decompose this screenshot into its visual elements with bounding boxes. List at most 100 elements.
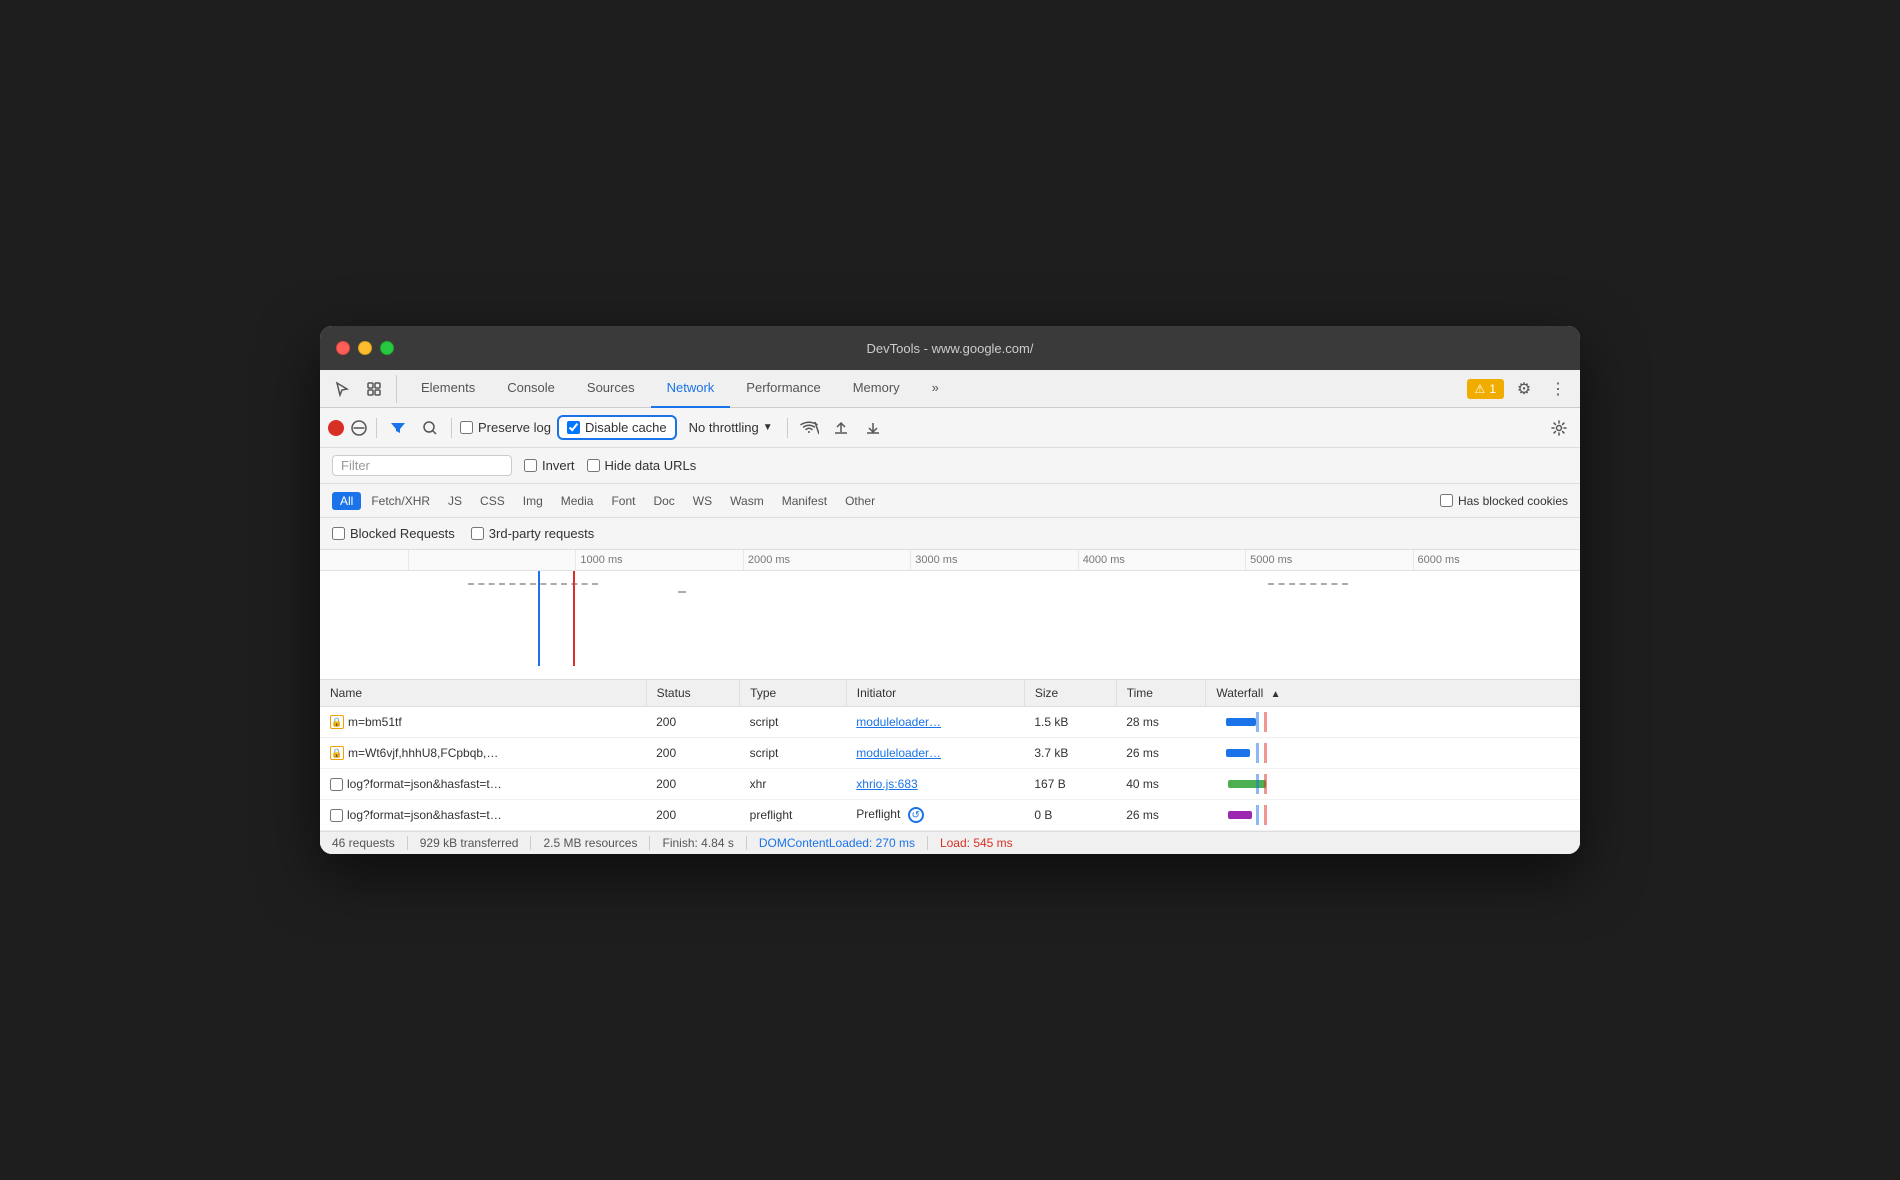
type-manifest[interactable]: Manifest — [774, 492, 835, 510]
row-status: 200 — [646, 707, 740, 738]
row-size: 1.5 kB — [1024, 707, 1116, 738]
preserve-log-input[interactable] — [460, 421, 473, 434]
blocked-requests-input[interactable] — [332, 527, 345, 540]
third-party-checkbox[interactable]: 3rd-party requests — [471, 526, 595, 541]
transferred-size: 929 kB transferred — [408, 836, 532, 850]
type-font[interactable]: Font — [603, 492, 643, 510]
row-size: 3.7 kB — [1024, 738, 1116, 769]
col-status[interactable]: Status — [646, 680, 740, 707]
devtools-body: Elements Console Sources Network Perform… — [320, 370, 1580, 854]
col-initiator[interactable]: Initiator — [846, 680, 1024, 707]
type-other[interactable]: Other — [837, 492, 883, 510]
col-time[interactable]: Time — [1116, 680, 1206, 707]
inspect-icon[interactable] — [360, 375, 388, 403]
col-size[interactable]: Size — [1024, 680, 1116, 707]
blocked-bar: Blocked Requests 3rd-party requests — [320, 518, 1580, 550]
row-status: 200 — [646, 769, 740, 800]
type-media[interactable]: Media — [553, 492, 602, 510]
tab-performance[interactable]: Performance — [730, 370, 836, 408]
row-initiator: moduleloader… — [846, 707, 1024, 738]
disable-cache-wrapper: Disable cache — [557, 415, 677, 440]
dashed-line-left — [468, 583, 598, 585]
row-waterfall — [1206, 707, 1580, 738]
download-icon[interactable] — [860, 415, 886, 441]
type-fetch-xhr[interactable]: Fetch/XHR — [363, 492, 438, 510]
maximize-button[interactable] — [380, 341, 394, 355]
tab-elements[interactable]: Elements — [405, 370, 491, 408]
finish-time: Finish: 4.84 s — [650, 836, 746, 850]
tab-console[interactable]: Console — [491, 370, 571, 408]
tab-more[interactable]: » — [916, 370, 955, 408]
table-row[interactable]: 🔒 m=bm51tf 200 script moduleloader… 1.5 … — [320, 707, 1580, 738]
type-wasm[interactable]: Wasm — [722, 492, 772, 510]
filter-bar: Filter Invert Hide data URLs — [320, 448, 1580, 484]
throttle-select[interactable]: No throttling ▼ — [683, 418, 779, 437]
col-name[interactable]: Name — [320, 680, 646, 707]
preserve-log-checkbox[interactable]: Preserve log — [460, 420, 551, 435]
ruler-mark-5: 5000 ms — [1245, 550, 1412, 570]
filter-input-wrapper[interactable]: Filter — [332, 455, 512, 476]
type-ws[interactable]: WS — [685, 492, 720, 510]
disable-cache-checkbox[interactable]: Disable cache — [567, 420, 667, 435]
hide-data-urls-checkbox[interactable]: Hide data URLs — [587, 458, 697, 473]
minimize-button[interactable] — [358, 341, 372, 355]
search-icon[interactable] — [417, 415, 443, 441]
record-button[interactable] — [328, 420, 344, 436]
network-table-wrapper: Name Status Type Initiator Size — [320, 680, 1580, 831]
requests-count: 46 requests — [332, 836, 408, 850]
third-party-input[interactable] — [471, 527, 484, 540]
settings-button[interactable]: ⚙ — [1510, 375, 1538, 403]
has-blocked-cookies[interactable]: Has blocked cookies — [1440, 494, 1568, 508]
wifi-icon[interactable] — [796, 415, 822, 441]
devtools-window: DevTools - www.google.com/ — [320, 326, 1580, 854]
titlebar: DevTools - www.google.com/ — [320, 326, 1580, 370]
sort-arrow-icon: ▲ — [1271, 689, 1281, 700]
network-settings-icon[interactable] — [1546, 415, 1572, 441]
clear-button[interactable] — [350, 419, 368, 437]
row-checkbox-input[interactable] — [330, 809, 343, 822]
tab-icons — [328, 375, 397, 403]
tab-sources[interactable]: Sources — [571, 370, 651, 408]
type-css[interactable]: CSS — [472, 492, 513, 510]
row-time: 26 ms — [1116, 800, 1206, 831]
ruler-mark-3: 3000 ms — [910, 550, 1077, 570]
table-row[interactable]: 🔒 m=Wt6vjf,hhhU8,FCpbqb,… 200 script mod… — [320, 738, 1580, 769]
filter-placeholder: Filter — [341, 458, 370, 473]
close-button[interactable] — [336, 341, 350, 355]
row-time: 26 ms — [1116, 738, 1206, 769]
dom-content-loaded-time: DOMContentLoaded: 270 ms — [747, 836, 928, 850]
invert-checkbox[interactable]: Invert — [524, 458, 575, 473]
resources-size: 2.5 MB resources — [531, 836, 650, 850]
type-js[interactable]: JS — [440, 492, 470, 510]
type-all[interactable]: All — [332, 492, 361, 510]
col-type[interactable]: Type — [740, 680, 847, 707]
blocked-requests-checkbox[interactable]: Blocked Requests — [332, 526, 455, 541]
notification-badge[interactable]: ⚠ 1 — [1467, 379, 1504, 399]
has-blocked-cookies-input[interactable] — [1440, 494, 1453, 507]
throttle-arrow-icon: ▼ — [763, 422, 773, 433]
row-name-cell: log?format=json&hasfast=t… — [320, 800, 646, 831]
type-doc[interactable]: Doc — [645, 492, 682, 510]
row-initiator: xhrio.js:683 — [846, 769, 1024, 800]
row-type: script — [740, 707, 847, 738]
disable-cache-input[interactable] — [567, 421, 580, 434]
filter-icon[interactable] — [385, 415, 411, 441]
ruler-mark-4: 4000 ms — [1078, 550, 1245, 570]
invert-input[interactable] — [524, 459, 537, 472]
table-row[interactable]: log?format=json&hasfast=t… 200 xhr xhrio… — [320, 769, 1580, 800]
tabs: Elements Console Sources Network Perform… — [405, 370, 955, 408]
timeline-canvas — [408, 571, 1580, 666]
cursor-icon[interactable] — [328, 375, 356, 403]
more-options-button[interactable]: ⋮ — [1544, 375, 1572, 403]
type-img[interactable]: Img — [515, 492, 551, 510]
tab-network[interactable]: Network — [651, 370, 731, 408]
tab-memory[interactable]: Memory — [837, 370, 916, 408]
col-waterfall[interactable]: Waterfall ▲ — [1206, 680, 1580, 707]
upload-icon[interactable] — [828, 415, 854, 441]
tabs-bar: Elements Console Sources Network Perform… — [320, 370, 1580, 408]
row-waterfall — [1206, 738, 1580, 769]
hide-data-urls-input[interactable] — [587, 459, 600, 472]
table-row[interactable]: log?format=json&hasfast=t… 200 preflight… — [320, 800, 1580, 831]
row-checkbox-input[interactable] — [330, 778, 343, 791]
ruler-mark-2: 2000 ms — [743, 550, 910, 570]
